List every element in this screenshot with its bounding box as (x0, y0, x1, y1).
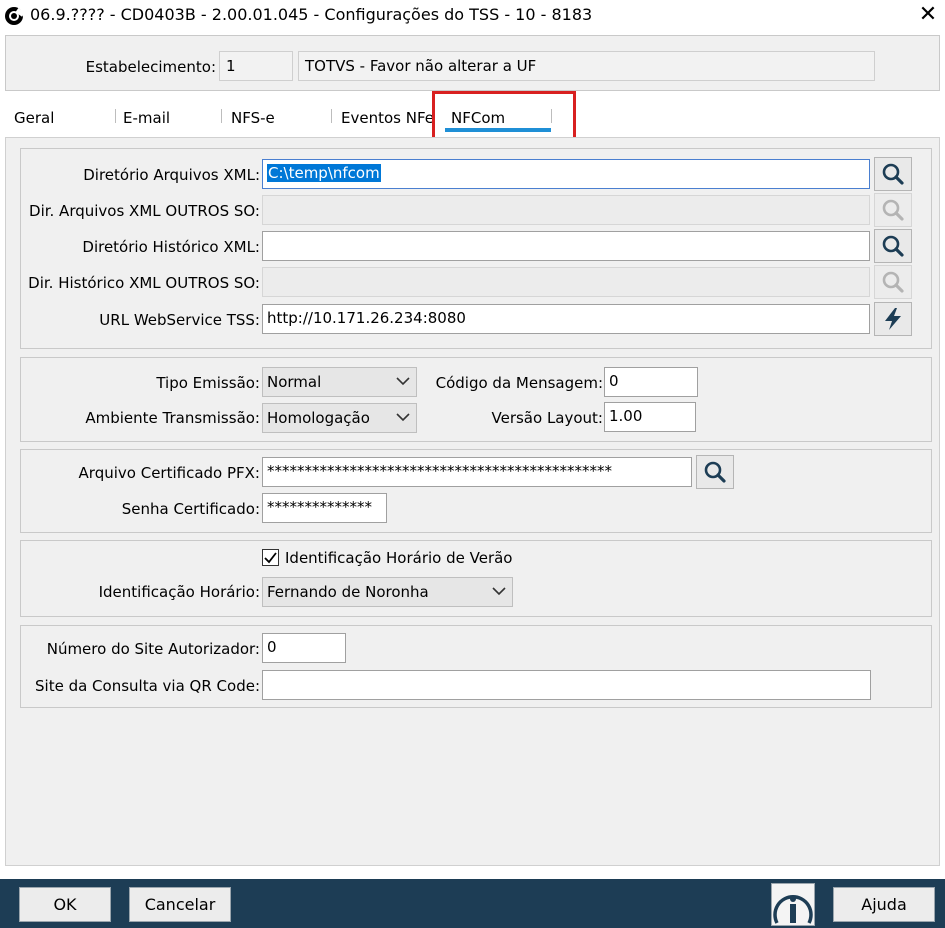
history-dir-label: Diretório Histórico XML: (82, 238, 260, 256)
pfx-file-label: Arquivo Certificado PFX: (78, 464, 260, 482)
tab-divider (331, 109, 332, 123)
timezone-label: Identificação Horário: (98, 583, 260, 601)
history-dir-other-input[interactable] (262, 267, 870, 297)
tab-divider (115, 109, 116, 123)
site-number-input[interactable]: 0 (262, 633, 346, 663)
tab-divider (221, 109, 222, 123)
tab-email[interactable]: E-mail (123, 109, 170, 127)
history-dir-other-search-button[interactable] (874, 265, 912, 299)
history-dir-search-button[interactable] (874, 229, 912, 263)
message-code-input[interactable]: 0 (604, 367, 698, 397)
certificate-password-label: Senha Certificado: (121, 500, 260, 518)
site-number-label: Número do Site Autorizador: (46, 640, 260, 658)
emission-panel (20, 357, 932, 442)
info-button[interactable] (771, 883, 815, 926)
tab-geral[interactable]: Geral (14, 109, 54, 127)
emission-type-select[interactable]: Normal (262, 367, 417, 397)
environment-value: Homologação (267, 409, 370, 427)
ok-button[interactable]: OK (19, 887, 111, 922)
layout-version-input[interactable]: 1.00 (604, 402, 696, 432)
help-button[interactable]: Ajuda (833, 887, 935, 922)
establishment-name: TOTVS - Favor não alterar a UF (298, 51, 875, 81)
message-code-label: Código da Mensagem: (435, 374, 603, 392)
dst-label: Identificação Horário de Verão (285, 549, 513, 567)
emission-type-value: Normal (267, 373, 322, 391)
timezone-select[interactable]: Fernando de Noronha (262, 577, 513, 607)
certificate-password-input[interactable]: ************** (262, 493, 387, 523)
xml-dir-label: Diretório Arquivos XML: (83, 166, 260, 184)
title-bar: 06.9.???? - CD0403B - 2.00.01.045 - Conf… (0, 0, 945, 32)
xml-dir-search-button[interactable] (874, 157, 912, 191)
chevron-down-icon (492, 587, 506, 596)
history-dir-other-label: Dir. Histórico XML OUTROS SO: (28, 274, 260, 292)
chevron-down-icon (396, 377, 410, 386)
environment-label: Ambiente Transmissão: (85, 409, 260, 427)
timezone-value: Fernando de Noronha (267, 583, 429, 601)
search-icon (882, 271, 904, 293)
xml-dir-input[interactable]: C:\temp\nfcom (262, 159, 870, 189)
tab-eventos-nfe[interactable]: Eventos NFe (341, 109, 433, 127)
lightning-icon (885, 308, 901, 330)
info-icon (773, 894, 813, 924)
app-logo-icon (4, 6, 25, 26)
qr-site-label: Site da Consulta via QR Code: (35, 677, 260, 695)
chevron-down-icon (396, 413, 410, 422)
window-title: 06.9.???? - CD0403B - 2.00.01.045 - Conf… (30, 5, 593, 24)
ws-test-button[interactable] (874, 302, 912, 336)
xml-dir-other-label: Dir. Arquivos XML OUTROS SO: (29, 202, 260, 220)
emission-type-label: Tipo Emissão: (156, 374, 260, 392)
qr-site-input[interactable] (262, 670, 871, 700)
pfx-file-input[interactable]: ****************************************… (262, 457, 692, 487)
xml-dir-other-search-button[interactable] (874, 193, 912, 227)
xml-dir-value: C:\temp\nfcom (267, 164, 381, 182)
dst-checkbox[interactable] (262, 549, 279, 566)
search-icon (704, 461, 726, 483)
establishment-label: Estabelecimento: (85, 58, 216, 76)
layout-version-label: Versão Layout: (491, 409, 604, 427)
search-icon (882, 235, 904, 257)
ws-url-input[interactable]: http://10.171.26.234:8080 (262, 304, 870, 334)
search-icon (882, 163, 904, 185)
history-dir-input[interactable] (262, 231, 870, 261)
pfx-file-search-button[interactable] (696, 455, 734, 489)
checkmark-icon (264, 552, 277, 564)
ws-url-label: URL WebService TSS: (99, 311, 260, 329)
environment-select[interactable]: Homologação (262, 403, 417, 433)
establishment-code: 1 (219, 51, 293, 81)
search-icon (882, 199, 904, 221)
xml-dir-other-input[interactable] (262, 195, 870, 225)
close-button[interactable]: ✕ (915, 2, 941, 28)
cancel-button[interactable]: Cancelar (129, 887, 231, 922)
tab-nfse[interactable]: NFS-e (231, 109, 275, 127)
